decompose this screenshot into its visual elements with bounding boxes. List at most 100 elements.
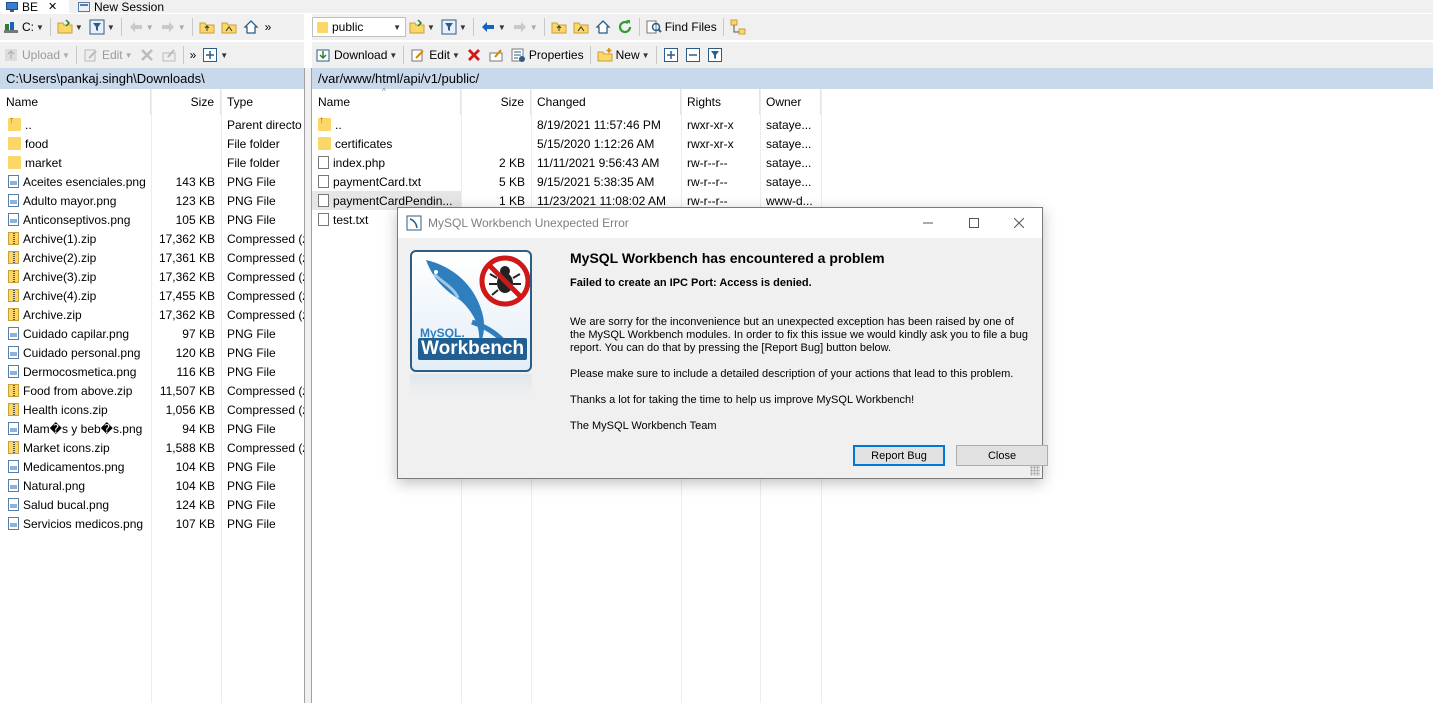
report-bug-button[interactable]: Report Bug <box>853 445 945 466</box>
filter-select-button[interactable] <box>704 44 726 66</box>
file-row[interactable]: Health icons.zip 1,056 KB Compressed (z <box>0 400 304 419</box>
select-files-button[interactable] <box>660 44 682 66</box>
file-row[interactable]: Archive.zip 17,362 KB Compressed (z <box>0 305 304 324</box>
column-name[interactable]: Name ^ <box>312 87 461 115</box>
drive-selector[interactable]: C: ▼ <box>0 16 47 38</box>
parent-directory-button[interactable] <box>196 16 218 38</box>
dialog-title-bar[interactable]: MySQL Workbench Unexpected Error <box>398 208 1042 238</box>
root-directory-button[interactable] <box>570 16 592 38</box>
file-name-cell: Market icons.zip <box>0 441 151 455</box>
file-row[interactable]: .. Parent directo <box>0 115 304 134</box>
file-row[interactable]: Adulto mayor.png 123 KB PNG File <box>0 191 304 210</box>
open-folder-button[interactable]: ▼ <box>406 16 438 38</box>
cell: sataye... <box>766 155 812 170</box>
rename-button[interactable] <box>158 44 180 66</box>
file-row[interactable]: Servicios medicos.png 107 KB PNG File <box>0 514 304 533</box>
file-row[interactable]: .. 8/19/2021 11:57:46 PM rwxr-xr-x sataye..… <box>312 115 822 134</box>
panel-splitter[interactable] <box>304 68 312 703</box>
minimize-button[interactable] <box>905 208 951 238</box>
delete-button[interactable] <box>463 44 485 66</box>
file-row[interactable]: Anticonseptivos.png 105 KB PNG File <box>0 210 304 229</box>
file-row[interactable]: Archive(3).zip 17,362 KB Compressed (z <box>0 267 304 286</box>
file-row[interactable]: Medicamentos.png 104 KB PNG File <box>0 457 304 476</box>
tab-be[interactable]: BE ✕ <box>0 0 69 13</box>
column-rights[interactable]: Rights <box>681 89 760 115</box>
refresh-button[interactable] <box>614 16 636 38</box>
column-size[interactable]: Size <box>151 89 221 115</box>
file-row[interactable]: Archive(1).zip 17,362 KB Compressed (z <box>0 229 304 248</box>
image-file-icon <box>8 346 19 359</box>
column-changed[interactable]: Changed <box>531 89 681 115</box>
properties-button[interactable]: Properties <box>507 44 587 66</box>
home-button[interactable] <box>240 16 262 38</box>
open-folder-button[interactable]: ▼ <box>54 16 86 38</box>
file-row[interactable]: Archive(2).zip 17,361 KB Compressed (z <box>0 248 304 267</box>
column-owner[interactable]: Owner <box>760 89 821 115</box>
edit-button[interactable]: Edit ▼ <box>407 44 463 66</box>
edit-button[interactable]: Edit ▼ <box>80 44 136 66</box>
cell: rw-r--r-- <box>687 174 728 189</box>
upload-button[interactable]: Upload ▼ <box>0 44 73 66</box>
file-row[interactable]: Dermocosmetica.png 116 KB PNG File <box>0 362 304 381</box>
delete-button[interactable] <box>136 44 158 66</box>
file-row[interactable]: paymentCard.txt 5 KB 9/15/2021 5:38:35 AM r… <box>312 172 822 191</box>
file-row[interactable]: index.php 2 KB 11/11/2021 9:56:43 AM rw-r--… <box>312 153 822 172</box>
file-row[interactable]: Aceites esenciales.png 143 KB PNG File <box>0 172 304 191</box>
rename-button[interactable] <box>485 44 507 66</box>
dialog-title: MySQL Workbench Unexpected Error <box>428 216 629 230</box>
file-row[interactable]: Food from above.zip 11,507 KB Compressed (… <box>0 381 304 400</box>
unselect-files-button[interactable] <box>682 44 704 66</box>
more-actions-button[interactable]: » <box>187 44 200 66</box>
forward-button[interactable]: ▼ <box>157 16 189 38</box>
file-name: Servicios medicos.png <box>23 516 144 531</box>
remote-folder-selector[interactable]: public ▼ <box>312 17 406 37</box>
new-button[interactable]: ▼ <box>199 44 231 66</box>
close-tab-icon[interactable]: ✕ <box>48 1 57 13</box>
home-button[interactable] <box>592 16 614 38</box>
close-button[interactable]: Close <box>956 445 1048 466</box>
file-row[interactable]: Mam�s y beb�s.png 94 KB PNG File <box>0 419 304 438</box>
file-name-cell: Salud bucal.png <box>0 498 151 512</box>
file-row[interactable]: Cuidado personal.png 120 KB PNG File <box>0 343 304 362</box>
file-row[interactable]: Natural.png 104 KB PNG File <box>0 476 304 495</box>
close-window-button[interactable] <box>996 208 1042 238</box>
file-name-cell: Medicamentos.png <box>0 460 151 474</box>
arrow-right-icon <box>513 22 526 32</box>
left-path-bar[interactable]: C:\Users\pankaj.singh\Downloads\ <box>0 68 304 89</box>
toolbar-separator <box>472 18 474 36</box>
file-row[interactable]: Cuidado capilar.png 97 KB PNG File <box>0 324 304 343</box>
right-path-bar[interactable]: /var/www/html/api/v1/public/ <box>312 68 1433 89</box>
forward-button[interactable]: ▼ <box>509 16 541 38</box>
maximize-button[interactable] <box>951 208 997 238</box>
back-button[interactable]: ▼ <box>125 16 157 38</box>
filter-button[interactable]: ▼ <box>86 16 118 38</box>
column-changed-label: Changed <box>537 95 586 109</box>
more-toolbar-button[interactable]: » <box>262 16 275 38</box>
find-files-button[interactable]: Find Files <box>643 16 720 38</box>
file-row[interactable]: Archive(4).zip 17,455 KB Compressed (z <box>0 286 304 305</box>
file-name: Adulto mayor.png <box>23 193 117 208</box>
download-button[interactable]: Download ▼ <box>312 44 400 66</box>
tab-new-session[interactable]: New Session <box>72 0 172 13</box>
file-row[interactable]: Salud bucal.png 124 KB PNG File <box>0 495 304 514</box>
file-row[interactable]: food File folder <box>0 134 304 153</box>
chevron-down-icon: ▼ <box>451 50 460 60</box>
file-row[interactable]: market File folder <box>0 153 304 172</box>
parent-directory-button[interactable] <box>548 16 570 38</box>
back-button[interactable]: ▼ <box>477 16 509 38</box>
root-directory-button[interactable] <box>218 16 240 38</box>
new-button[interactable]: New ▼ <box>594 44 653 66</box>
resize-grip[interactable] <box>1030 466 1040 476</box>
zip-file-icon <box>8 308 19 321</box>
column-type[interactable]: Type <box>221 89 304 115</box>
file-row[interactable]: Market icons.zip 1,588 KB Compressed (z <box>0 438 304 457</box>
parent-folder-icon <box>551 22 567 34</box>
image-file-icon <box>8 327 19 340</box>
column-size[interactable]: Size <box>461 89 531 115</box>
column-name-label: Name <box>6 95 39 109</box>
column-name[interactable]: Name <box>0 89 151 115</box>
file-row[interactable]: certificates 5/15/2020 1:12:26 AM rwxr-xr-… <box>312 134 822 153</box>
filter-button[interactable]: ▼ <box>438 16 470 38</box>
image-file-icon <box>8 194 19 207</box>
tree-view-button[interactable] <box>727 16 749 38</box>
